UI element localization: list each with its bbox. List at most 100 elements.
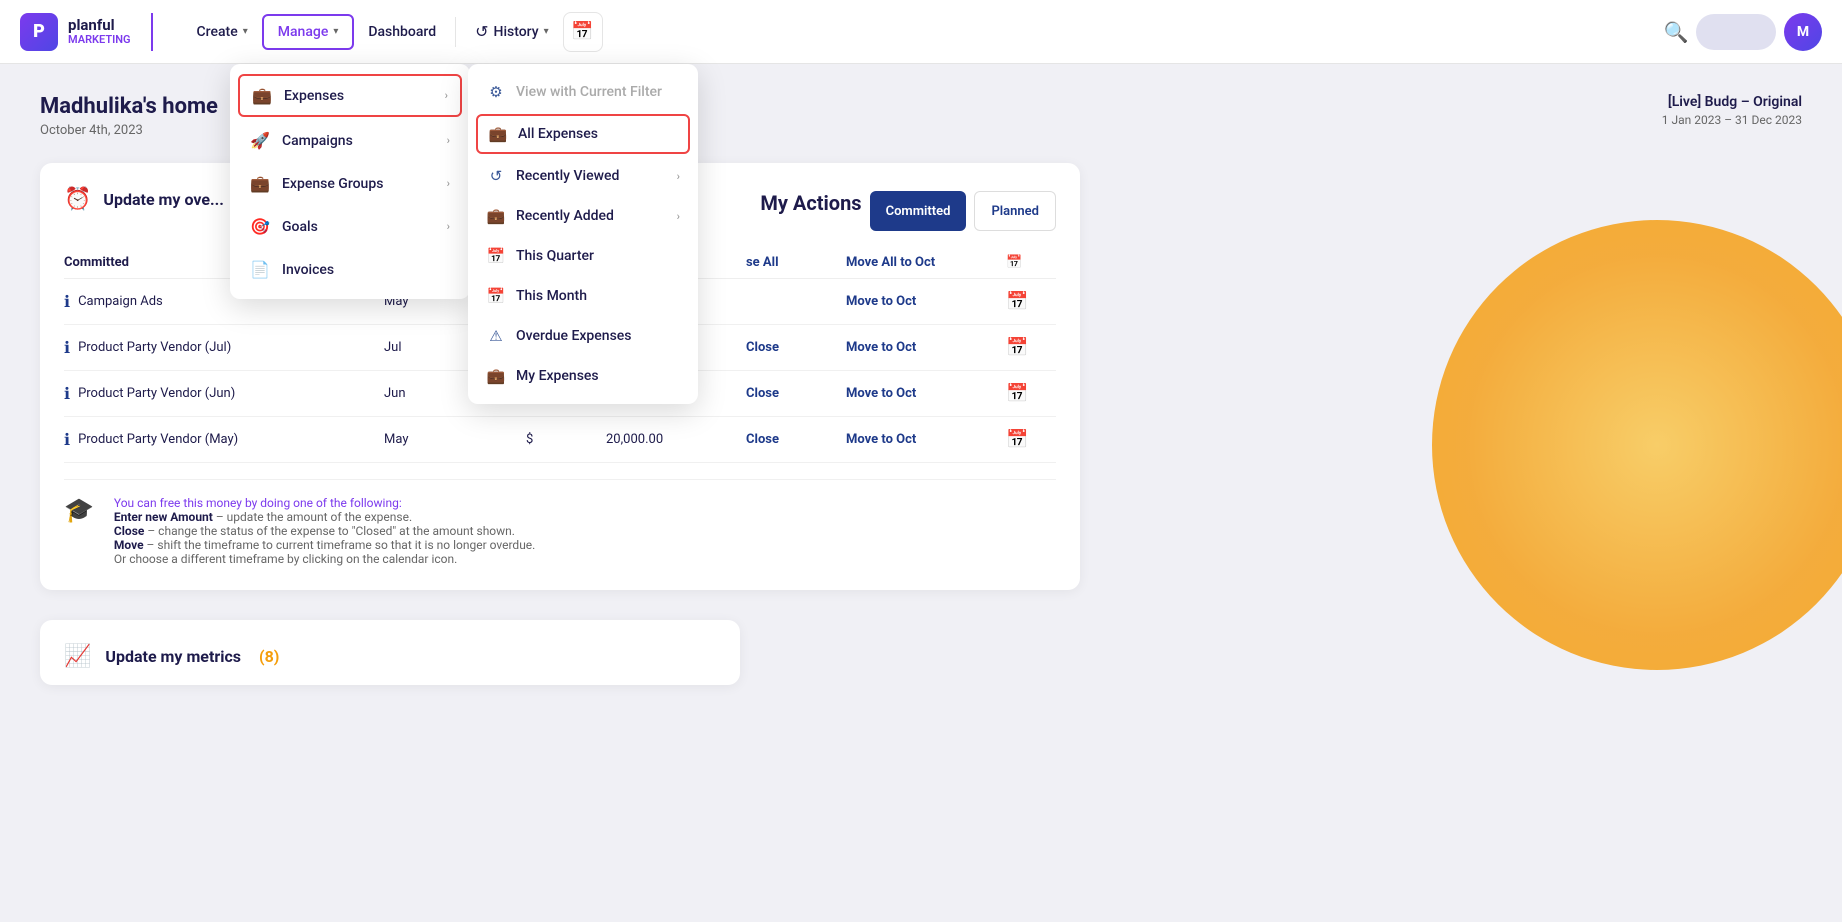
- topnav: P planful MARKETING Create ▾ Manage ▾ Da…: [0, 0, 1842, 64]
- dropdown-goals-label: Goals: [282, 219, 318, 235]
- move-to-oct-button[interactable]: Move to Oct: [846, 340, 1006, 355]
- logo: P planful MARKETING: [20, 13, 153, 51]
- all-expenses-icon: 💼: [488, 125, 508, 143]
- dropdown-campaigns-label: Campaigns: [282, 133, 353, 149]
- chevron-right-icon: ›: [677, 210, 680, 223]
- manage-dropdown: 💼 Expenses › 🚀 Campaigns › 💼 Expense Gro…: [230, 64, 470, 299]
- footer-line-1: Enter new Amount – update the amount of …: [114, 510, 535, 524]
- chevron-down-icon: ▾: [333, 26, 338, 37]
- close-button[interactable]: Close: [746, 386, 846, 401]
- calendar-picker-icon[interactable]: 📅: [1006, 429, 1056, 450]
- move-to-oct-button[interactable]: Move to Oct: [846, 294, 1006, 309]
- footer-line-2: Close – change the status of the expense…: [114, 524, 535, 538]
- alert-icon: ⏰: [64, 187, 91, 212]
- dropdown-expenses-label: Expenses: [284, 88, 344, 104]
- chevron-right-icon: ›: [677, 170, 680, 183]
- table-row: ℹ Product Party Vendor (May) May $ 20,00…: [64, 417, 1056, 463]
- dropdown-item-expenses[interactable]: 💼 Expenses ›: [238, 74, 462, 117]
- footer-line-3: Move – shift the timeframe to current ti…: [114, 538, 535, 552]
- footer-hint: You can free this money by doing one of …: [114, 496, 535, 510]
- chevron-down-icon: ▾: [243, 26, 248, 37]
- budget-info: [Live] Budg – Original 1 Jan 2023 – 31 D…: [1662, 94, 1802, 127]
- recently-viewed-icon: ↺: [486, 167, 506, 185]
- my-actions-title: My Actions: [760, 191, 861, 215]
- planned-toggle[interactable]: Planned: [974, 191, 1056, 231]
- dropdown-item-expense-groups[interactable]: 💼 Expense Groups ›: [230, 162, 470, 205]
- col-move-all[interactable]: Move All to Oct: [846, 255, 1006, 270]
- logo-icon: P: [20, 13, 58, 51]
- footer-line-4: Or choose a different timeframe by click…: [114, 552, 535, 566]
- overdue-card-header: ⏰ Update my ove...: [64, 187, 224, 212]
- submenu-overdue-expenses[interactable]: ⚠ Overdue Expenses: [468, 316, 698, 356]
- submenu-view-current[interactable]: ⚙ View with Current Filter: [468, 72, 698, 112]
- search-button[interactable]: 🔍: [1656, 12, 1696, 52]
- metrics-icon: 📈: [64, 644, 91, 669]
- col-cal-header: 📅: [1006, 255, 1056, 270]
- submenu-my-expenses-label: My Expenses: [516, 368, 599, 384]
- nav-dashboard[interactable]: Dashboard: [354, 16, 450, 48]
- nav-divider: [455, 17, 456, 47]
- budget-name: [Live] Budg – Original: [1662, 94, 1802, 110]
- recently-added-icon: 💼: [486, 207, 506, 225]
- overdue-card-title: Update my ove...: [103, 190, 224, 209]
- dropdown-item-invoices[interactable]: 📄 Invoices: [230, 248, 470, 291]
- submenu-recently-viewed-label: Recently Viewed: [516, 168, 619, 184]
- nav-manage[interactable]: Manage ▾: [262, 14, 355, 50]
- metrics-count: (8): [259, 647, 279, 666]
- expenses-icon: 💼: [252, 86, 272, 105]
- calendar-picker-icon[interactable]: 📅: [1006, 337, 1056, 358]
- submenu-recently-viewed[interactable]: ↺ Recently Viewed ›: [468, 156, 698, 196]
- avatar[interactable]: M: [1784, 13, 1822, 51]
- submenu-overdue-label: Overdue Expenses: [516, 328, 632, 344]
- info-icon: ℹ: [64, 430, 70, 449]
- move-to-oct-button[interactable]: Move to Oct: [846, 386, 1006, 401]
- chevron-right-icon: ›: [447, 220, 450, 233]
- goals-icon: 🎯: [250, 217, 270, 236]
- committed-toggle[interactable]: Committed: [870, 191, 967, 231]
- submenu-this-quarter-label: This Quarter: [516, 248, 594, 264]
- overdue-icon: ⚠: [486, 327, 506, 345]
- logo-name: planful: [68, 17, 131, 34]
- chevron-right-icon: ›: [447, 134, 450, 147]
- submenu-my-expenses[interactable]: 💼 My Expenses: [468, 356, 698, 396]
- submenu-this-month-label: This Month: [516, 288, 587, 304]
- metrics-card: 📈 Update my metrics (8): [40, 620, 740, 685]
- calendar-picker-icon[interactable]: 📅: [1006, 383, 1056, 404]
- info-icon: ℹ: [64, 384, 70, 403]
- my-actions-header: My Actions: [760, 191, 861, 215]
- info-icon: ℹ: [64, 292, 70, 311]
- submenu-this-quarter[interactable]: 📅 This Quarter: [468, 236, 698, 276]
- move-to-oct-button[interactable]: Move to Oct: [846, 432, 1006, 447]
- dropdown-item-campaigns[interactable]: 🚀 Campaigns ›: [230, 119, 470, 162]
- chevron-down-icon: ▾: [544, 26, 549, 37]
- user-avatar-area: M: [1696, 13, 1822, 51]
- expenses-submenu: ⚙ View with Current Filter 💼 All Expense…: [468, 64, 698, 404]
- overdue-card-footer: 🎓 You can free this money by doing one o…: [64, 479, 1056, 566]
- page-title: Madhulika's home: [40, 94, 218, 119]
- expense-groups-icon: 💼: [250, 174, 270, 193]
- submenu-recently-added[interactable]: 💼 Recently Added ›: [468, 196, 698, 236]
- calendar-icon: 📅: [486, 287, 506, 305]
- close-button[interactable]: Close: [746, 432, 846, 447]
- decorative-circle: [1432, 220, 1842, 670]
- calendar-picker-icon[interactable]: 📅: [1006, 291, 1056, 312]
- submenu-all-expenses[interactable]: 💼 All Expenses: [476, 114, 690, 154]
- close-button[interactable]: Close: [746, 340, 846, 355]
- logo-subtitle: MARKETING: [68, 34, 131, 46]
- submenu-this-month[interactable]: 📅 This Month: [468, 276, 698, 316]
- invoices-icon: 📄: [250, 260, 270, 279]
- metrics-title: Update my metrics: [105, 647, 241, 666]
- dropdown-invoices-label: Invoices: [282, 262, 334, 278]
- nav-history[interactable]: ↺ History ▾: [461, 14, 563, 49]
- calendar-icon: 📅: [486, 247, 506, 265]
- page-date: October 4th, 2023: [40, 123, 218, 138]
- user-name-placeholder: [1696, 14, 1776, 50]
- dropdown-item-goals[interactable]: 🎯 Goals ›: [230, 205, 470, 248]
- chevron-right-icon: ›: [447, 177, 450, 190]
- budget-date: 1 Jan 2023 – 31 Dec 2023: [1662, 113, 1802, 127]
- graduation-icon: 🎓: [64, 496, 94, 524]
- nav-create[interactable]: Create ▾: [183, 16, 262, 48]
- info-icon: ℹ: [64, 338, 70, 357]
- submenu-view-current-label: View with Current Filter: [516, 84, 662, 100]
- calendar-button[interactable]: 📅: [563, 12, 603, 52]
